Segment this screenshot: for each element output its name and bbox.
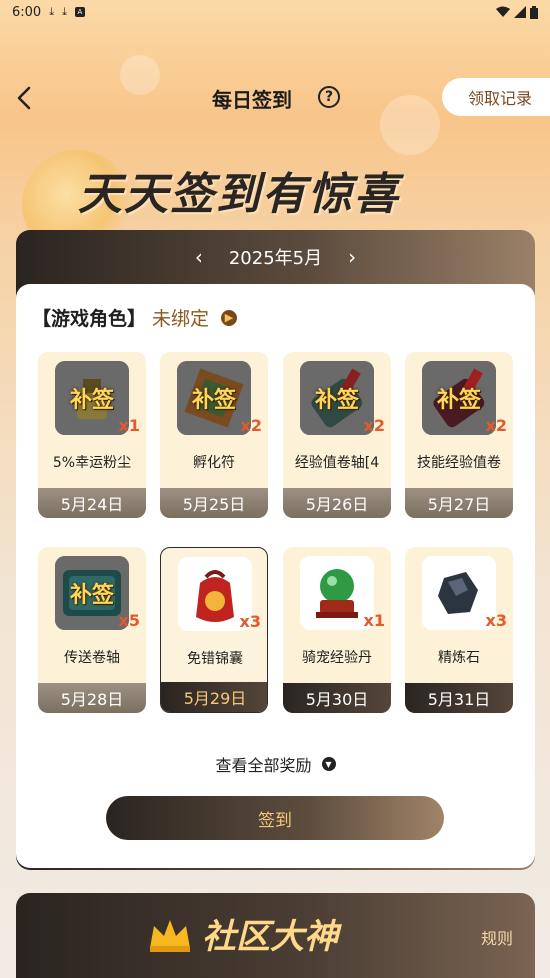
day-card[interactable]: 补签 x2 技能经验值卷 5月27日 xyxy=(405,352,513,518)
community-title-group: 社区大神 xyxy=(146,909,338,958)
role-label: 【游戏角色】 xyxy=(32,308,147,330)
item-quantity: x2 xyxy=(240,416,262,435)
day-card-today[interactable]: x3 免错锦囊 5月29日 xyxy=(160,547,268,713)
claim-record-button[interactable]: 领取记录 xyxy=(442,78,550,116)
chevron-down-icon: ▼ xyxy=(321,757,336,771)
day-card[interactable]: 补签 x1 5%幸运粉尘 5月24日 xyxy=(38,352,146,518)
item-name: 孵化符 xyxy=(193,455,235,471)
day-date: 5月28日 xyxy=(38,683,146,713)
day-date: 5月30日 xyxy=(283,683,391,713)
banner-title: 天天签到有惊喜 xyxy=(78,169,400,220)
game-role-row[interactable]: 【游戏角色】 未绑定 ▶ xyxy=(32,304,238,331)
makeup-badge: 补签 xyxy=(314,388,359,413)
status-right xyxy=(496,5,538,19)
item-name: 技能经验值卷 xyxy=(417,455,501,471)
status-bar: 6:00 ⤓ ⤓ A xyxy=(0,0,550,24)
download-icon: ⤓ xyxy=(49,5,55,18)
day-date: 5月27日 xyxy=(405,488,513,518)
chevron-left-icon xyxy=(17,86,31,110)
help-icon[interactable]: ? xyxy=(318,86,340,108)
makeup-badge: 补签 xyxy=(436,388,481,413)
view-all-label: 查看全部奖励 xyxy=(215,756,312,775)
day-date: 5月31日 xyxy=(405,683,513,713)
chevron-right-icon[interactable]: ▶ xyxy=(221,309,238,326)
item-name: 经验值卷轴[4 xyxy=(294,455,380,471)
checkin-panel: 【游戏角色】 未绑定 ▶ 补签 x1 5%幸运粉尘 5月24日 补签 x2 孵化… xyxy=(16,284,535,868)
makeup-badge: 补签 xyxy=(191,388,236,413)
makeup-badge: 补签 xyxy=(69,583,114,608)
item-quantity: x1 xyxy=(363,611,385,630)
signal-icon xyxy=(514,6,526,18)
status-left: 6:00 ⤓ ⤓ A xyxy=(12,5,85,20)
item-quantity: x1 xyxy=(118,416,140,435)
day-date: 5月25日 xyxy=(160,488,268,518)
crown-icon xyxy=(150,919,190,952)
rules-link[interactable]: 规则 xyxy=(481,925,513,949)
day-card[interactable]: 补签 x2 经验值卷轴[4 5月26日 xyxy=(283,352,391,518)
back-button[interactable] xyxy=(10,82,38,114)
role-status: 未绑定 xyxy=(152,308,210,330)
item-quantity: x2 xyxy=(485,416,507,435)
day-date: 5月24日 xyxy=(38,488,146,518)
day-date: 5月29日 xyxy=(161,682,267,712)
day-card[interactable]: x1 骑宠经验丹 5月30日 xyxy=(283,547,391,713)
page-title: 每日签到 xyxy=(212,88,292,112)
view-all-rewards[interactable]: 查看全部奖励 ▼ xyxy=(16,752,535,776)
next-month-button[interactable]: › xyxy=(342,245,362,269)
signin-button[interactable]: 签到 xyxy=(106,796,444,840)
item-name: 精炼石 xyxy=(438,650,480,666)
item-name: 骑宠经验丹 xyxy=(302,650,372,666)
day-card[interactable]: 补签 x2 孵化符 5月25日 xyxy=(160,352,268,518)
day-date: 5月26日 xyxy=(283,488,391,518)
item-quantity: x3 xyxy=(485,611,507,630)
download-icon: ⤓ xyxy=(62,5,67,18)
month-nav: ‹ 2025年5月 › xyxy=(16,230,535,284)
prev-month-button[interactable]: ‹ xyxy=(189,245,209,269)
item-quantity: x5 xyxy=(118,611,140,630)
month-label: 2025年5月 xyxy=(228,248,323,269)
status-time: 6:00 xyxy=(12,4,42,20)
makeup-badge: 补签 xyxy=(69,388,114,413)
battery-icon xyxy=(530,5,538,19)
top-bar: 每日签到 ? 领取记录 xyxy=(0,78,550,118)
item-quantity: x3 xyxy=(239,612,261,631)
wifi-icon xyxy=(496,6,510,17)
community-card: 社区大神 规则 xyxy=(16,893,535,978)
item-name: 传送卷轴 xyxy=(64,650,120,666)
item-name: 免错锦囊 xyxy=(187,651,243,667)
day-card[interactable]: 补签 x5 传送卷轴 5月28日 xyxy=(38,547,146,713)
community-title: 社区大神 xyxy=(202,917,338,957)
day-card[interactable]: x3 精炼石 5月31日 xyxy=(405,547,513,713)
app-icon: A xyxy=(74,7,85,17)
item-name: 5%幸运粉尘 xyxy=(52,455,132,471)
item-quantity: x2 xyxy=(363,416,385,435)
